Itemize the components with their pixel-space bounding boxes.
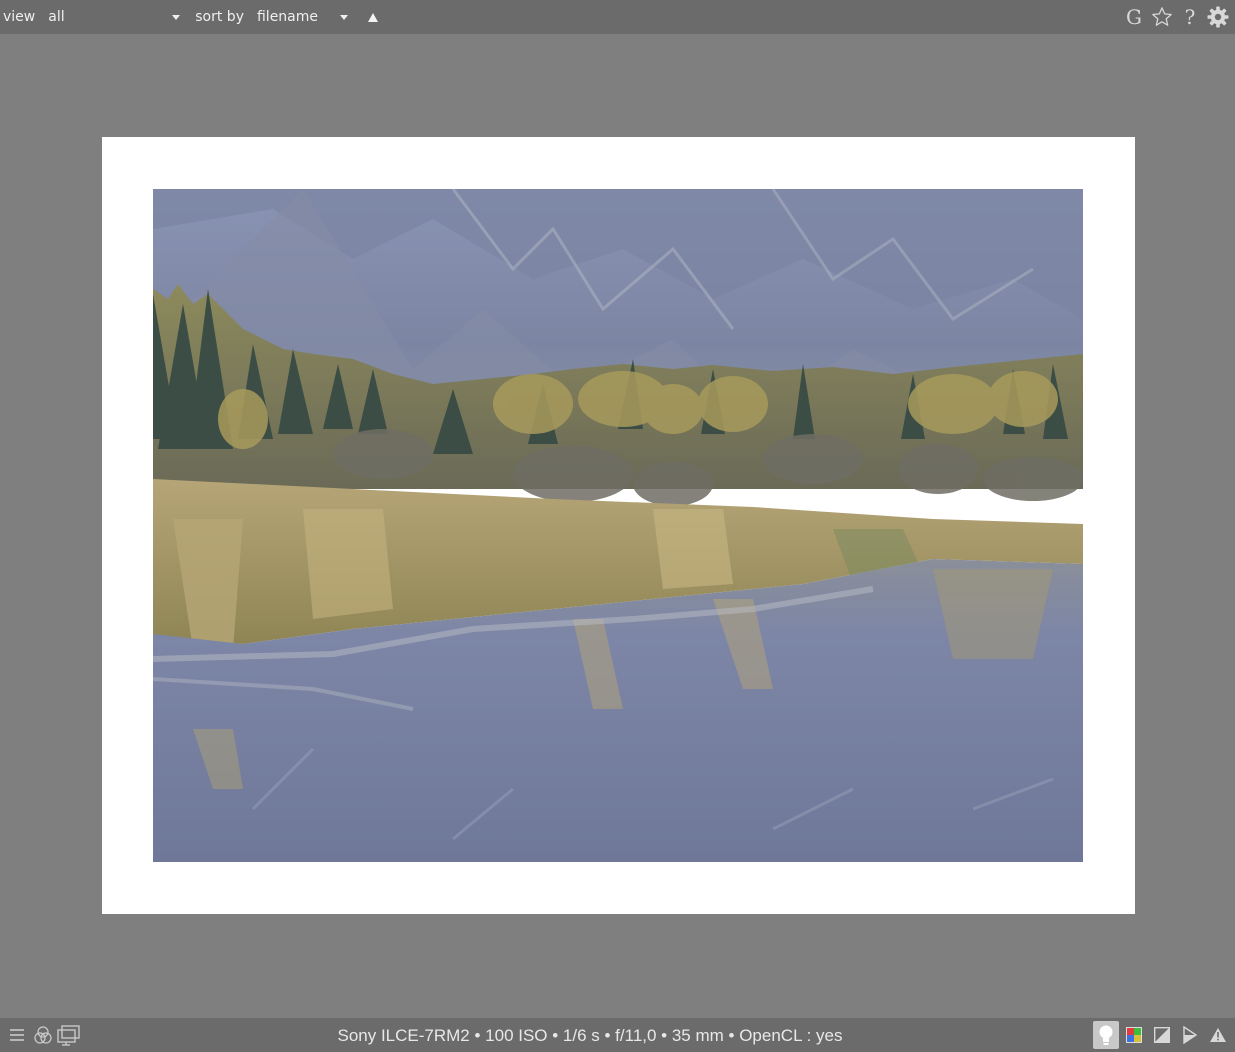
bottom-right-icons — [1091, 1021, 1231, 1049]
top-toolbar: view all sort by filename G ? — [0, 0, 1235, 34]
image-info-status: Sony ILCE-7RM2 • 100 ISO • 1/6 s • f/11,… — [337, 1026, 843, 1045]
sort-by-label: sort by — [195, 9, 244, 25]
focus-peaking-icon[interactable] — [1093, 1021, 1119, 1049]
sort-order-ascending-icon[interactable] — [367, 12, 378, 22]
help-icon[interactable]: ? — [1177, 4, 1203, 30]
chevron-down-icon — [172, 15, 181, 20]
color-profile-icon[interactable] — [1121, 1021, 1147, 1049]
gamut-check-icon[interactable] — [1177, 1021, 1203, 1049]
grouping-icon[interactable]: G — [1121, 4, 1147, 30]
landscape-photo[interactable] — [153, 189, 1083, 862]
warning-icon[interactable] — [1205, 1021, 1231, 1049]
view-filter-dropdown[interactable]: all — [48, 5, 183, 29]
chevron-down-icon — [339, 15, 348, 20]
view-filter-value: all — [48, 9, 65, 25]
image-frame — [102, 137, 1135, 914]
preferences-gear-icon[interactable] — [1205, 4, 1231, 30]
sort-by-value: filename — [256, 9, 319, 25]
top-right-icons: G ? — [1119, 0, 1231, 34]
view-label: view — [3, 9, 36, 25]
star-icon[interactable] — [1149, 4, 1175, 30]
softproof-icon[interactable] — [1149, 1021, 1175, 1049]
sort-by-dropdown[interactable]: filename — [257, 5, 352, 29]
bottom-toolbar: Sony ILCE-7RM2 • 100 ISO • 1/6 s • f/11,… — [0, 1018, 1235, 1052]
